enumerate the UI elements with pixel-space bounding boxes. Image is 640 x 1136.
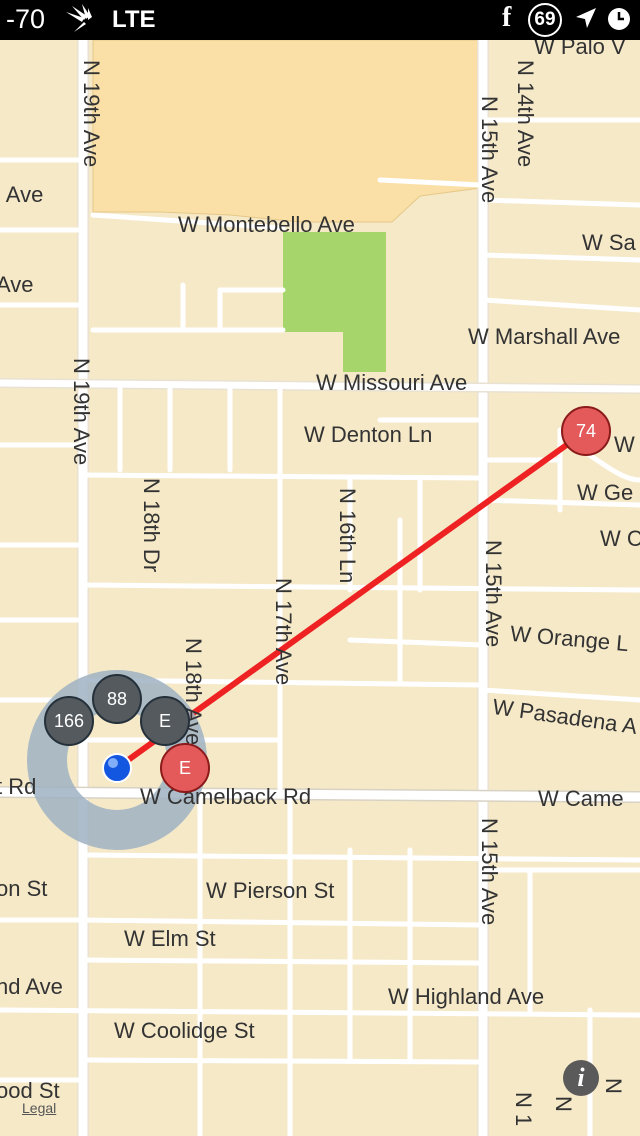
street-label-rd: t Rd bbox=[0, 774, 37, 799]
map-view[interactable]: N 19th Ave l Ave W Montebello Ave Ave W … bbox=[0, 40, 640, 1136]
street-label-n15th: N 15th Ave bbox=[477, 96, 502, 204]
legal-link[interactable]: Legal bbox=[22, 1100, 56, 1116]
street-label-n1: N 1 bbox=[511, 1092, 536, 1127]
street-label-n15th-bottom: N 15th Ave bbox=[477, 818, 502, 926]
street-label-w-elm: W Elm St bbox=[124, 926, 216, 951]
street-label-n17th: N 17th Ave bbox=[271, 578, 296, 686]
location-arrow-icon bbox=[576, 8, 596, 28]
street-label-w-pierson: W Pierson St bbox=[206, 878, 335, 903]
street-label-w-came: W Came bbox=[538, 786, 624, 811]
status-bar: -70 LTE f 69 bbox=[0, 0, 640, 40]
street-label-w-c: W C bbox=[600, 526, 640, 551]
street-label-n19th-mid: N 19th Ave bbox=[69, 358, 94, 466]
street-label-w-denton: W Denton Ln bbox=[304, 422, 433, 447]
street-label-w: W bbox=[614, 432, 635, 457]
marker-88[interactable]: 88 bbox=[92, 674, 142, 724]
street-label-w-palo-v: W Palo V bbox=[534, 40, 626, 59]
carrier-icon bbox=[66, 4, 92, 32]
clock-icon bbox=[608, 8, 630, 30]
street-label-w-sa: W Sa bbox=[582, 230, 636, 255]
facebook-icon: f bbox=[502, 2, 512, 33]
street-label-n15th-mid: N 15th Ave bbox=[481, 540, 506, 648]
signal-strength: -70 bbox=[6, 4, 46, 34]
notification-count-badge: 69 bbox=[528, 3, 562, 37]
info-icon[interactable]: i bbox=[563, 1060, 599, 1096]
network-type: LTE bbox=[112, 6, 156, 33]
marker-e-red[interactable]: E bbox=[160, 743, 210, 793]
map-canvas[interactable] bbox=[0, 40, 640, 1136]
street-label-w-marshall: W Marshall Ave bbox=[468, 324, 621, 349]
park-sand-area bbox=[92, 40, 481, 223]
street-label-n-2: N bbox=[551, 1096, 576, 1112]
street-label-nd-ave: nd Ave bbox=[0, 974, 63, 999]
street-label-ave-2: Ave bbox=[0, 272, 34, 297]
street-label-n18th-dr: N 18th Dr bbox=[139, 478, 164, 573]
marker-e-dark[interactable]: E bbox=[140, 696, 190, 746]
street-label-n-3: N bbox=[601, 1078, 626, 1094]
marker-166[interactable]: 166 bbox=[44, 696, 94, 746]
current-location-dot bbox=[102, 753, 132, 783]
street-label-n14th: N 14th Ave bbox=[513, 60, 538, 168]
street-label-w-coolidge: W Coolidge St bbox=[114, 1018, 255, 1043]
street-label-w-highland: W Highland Ave bbox=[388, 984, 545, 1009]
street-label-w-montebello: W Montebello Ave bbox=[178, 212, 355, 237]
street-label-w-ge: W Ge bbox=[577, 480, 634, 505]
street-label-on-st: on St bbox=[0, 876, 48, 901]
street-label-w-camelback: W Camelback Rd bbox=[140, 784, 312, 809]
street-label-n19th: N 19th Ave bbox=[79, 60, 104, 168]
marker-74[interactable]: 74 bbox=[561, 406, 611, 456]
street-label-ave: l Ave bbox=[0, 182, 44, 207]
street-label-w-missouri: W Missouri Ave bbox=[316, 370, 468, 395]
street-label-n16th-ln: N 16th Ln bbox=[335, 488, 360, 584]
